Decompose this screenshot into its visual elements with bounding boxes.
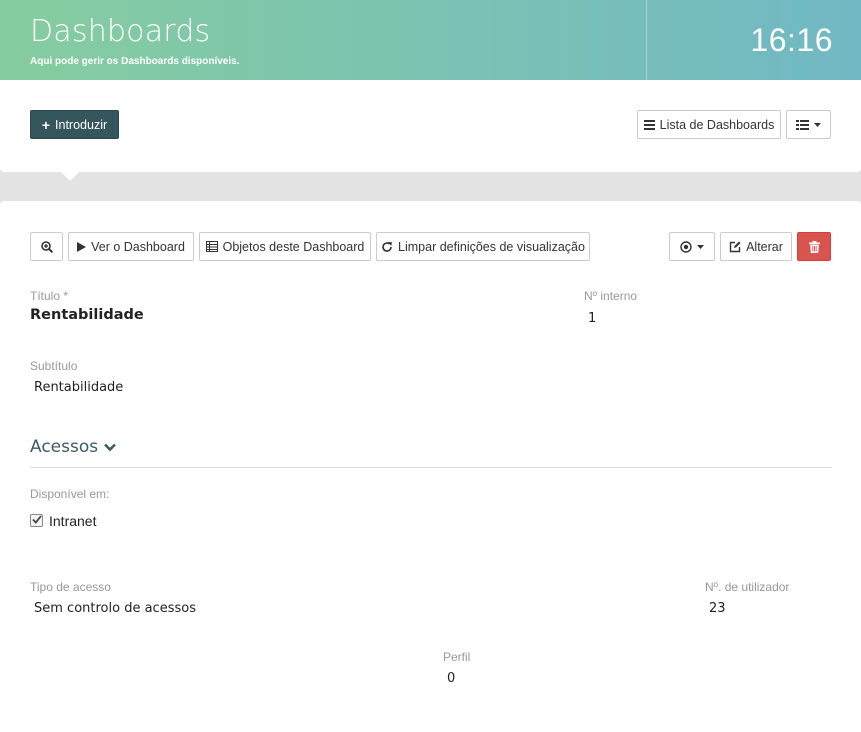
profile-value: 0 <box>447 671 456 686</box>
header-divider <box>646 0 647 80</box>
plus-icon: + <box>41 116 51 133</box>
caret-down-icon <box>697 244 704 249</box>
subtitle-field-label: Subtítulo <box>30 359 78 373</box>
edit-icon <box>729 241 741 253</box>
intranet-label: Intranet <box>49 513 97 529</box>
edit-button[interactable]: Alterar <box>720 232 792 261</box>
access-section-toggle[interactable]: Acessos <box>30 437 117 457</box>
access-type-value: Sem controlo de acessos <box>34 601 196 616</box>
access-type-label: Tipo de acesso <box>30 580 111 594</box>
intranet-checkbox[interactable] <box>30 514 43 527</box>
panel-pointer <box>60 171 80 181</box>
list-icon <box>643 119 655 130</box>
user-count-value: 23 <box>709 601 726 616</box>
dashboard-list-label: Lista de Dashboards <box>659 117 775 132</box>
chevron-down-icon <box>104 443 117 452</box>
add-button-label: Introduzir <box>55 117 108 132</box>
check-icon <box>31 515 42 526</box>
available-in-label: Disponível em: <box>30 487 110 501</box>
dashboard-list-button[interactable]: Lista de Dashboards <box>637 110 781 139</box>
view-options-dropdown[interactable] <box>786 110 831 139</box>
delete-button[interactable] <box>797 232 831 261</box>
zoom-in-icon <box>40 240 53 253</box>
title-field-value: Rentabilidade <box>30 307 144 323</box>
options-dropdown[interactable] <box>669 232 715 261</box>
clock: 16:16 <box>750 22 833 58</box>
page-subtitle: Aqui pode gerir os Dashboards disponívei… <box>30 56 240 67</box>
subtitle-field-value: Rentabilidade <box>34 380 124 395</box>
zoom-button[interactable] <box>30 232 63 261</box>
internal-number-value: 1 <box>588 311 597 326</box>
page-title: Dashboards <box>30 14 211 49</box>
dashboard-objects-button[interactable]: Objetos deste Dashboard <box>199 232 371 261</box>
refresh-icon <box>381 241 393 253</box>
profile-label: Perfil <box>443 650 471 664</box>
internal-number-label: Nº interno <box>584 289 638 303</box>
user-count-label: Nº. de utilizador <box>705 580 790 594</box>
dashboard-objects-label: Objetos deste Dashboard <box>222 239 365 254</box>
table-icon <box>205 241 218 252</box>
section-divider <box>30 467 832 468</box>
page-header: Dashboards Aqui pode gerir os Dashboards… <box>0 0 861 80</box>
caret-down-icon <box>814 122 821 127</box>
add-button[interactable]: + Introduzir <box>30 110 119 139</box>
clear-view-settings-label: Limpar definições de visualização <box>398 239 585 254</box>
title-field-label: Título * <box>30 289 69 303</box>
access-section-title: Acessos <box>30 437 99 457</box>
trash-icon <box>808 240 820 253</box>
record-icon <box>680 240 692 253</box>
clear-view-settings-button[interactable]: Limpar definições de visualização <box>376 232 590 261</box>
view-dashboard-label: Ver o Dashboard <box>91 239 185 254</box>
edit-button-label: Alterar <box>746 239 783 254</box>
view-dashboard-button[interactable]: Ver o Dashboard <box>68 232 194 261</box>
list-view-icon <box>796 119 809 130</box>
play-icon <box>77 241 87 252</box>
